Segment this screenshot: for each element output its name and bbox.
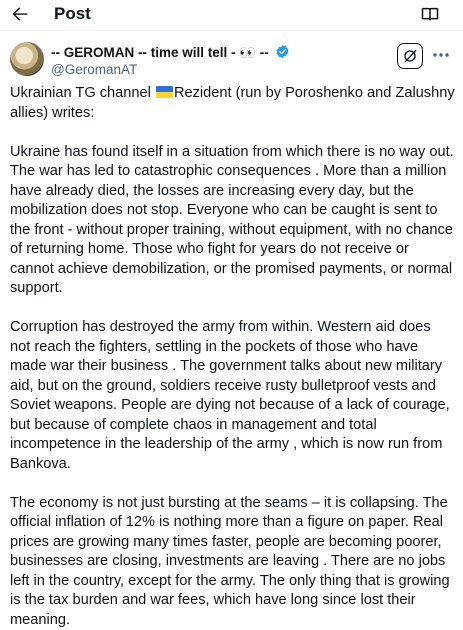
verified-badge-icon	[275, 44, 290, 59]
more-horizontal-icon[interactable]	[431, 46, 451, 64]
header-divider	[0, 30, 463, 31]
post-paragraph: Ukraine has found itself in a situation …	[10, 143, 455, 299]
top-bar: Post	[0, 0, 463, 30]
author-name[interactable]: -- GEROMAN -- time will tell - 👀 --	[51, 44, 290, 61]
grok-button[interactable]	[397, 43, 423, 69]
post-paragraph: Corruption has destroyed the army from w…	[10, 318, 455, 474]
arrow-left-icon[interactable]	[9, 3, 31, 25]
reader-mode-icon[interactable]	[420, 4, 440, 24]
author-handle[interactable]: @GeromanAT	[51, 61, 137, 78]
author-display-name: -- GEROMAN -- time will tell - 👀 --	[51, 45, 269, 60]
intro-text-start: Ukrainian TG channel	[10, 85, 155, 101]
post-intro: Ukrainian TG channel Rezident (run by Po…	[10, 84, 455, 123]
post-body: Ukrainian TG channel Rezident (run by Po…	[10, 84, 455, 630]
avatar[interactable]	[10, 42, 44, 76]
post-paragraph: The economy is not just bursting at the …	[10, 494, 455, 630]
page-title: Post	[54, 3, 91, 25]
grok-icon	[402, 48, 418, 64]
ukraine-flag-icon	[156, 86, 173, 98]
